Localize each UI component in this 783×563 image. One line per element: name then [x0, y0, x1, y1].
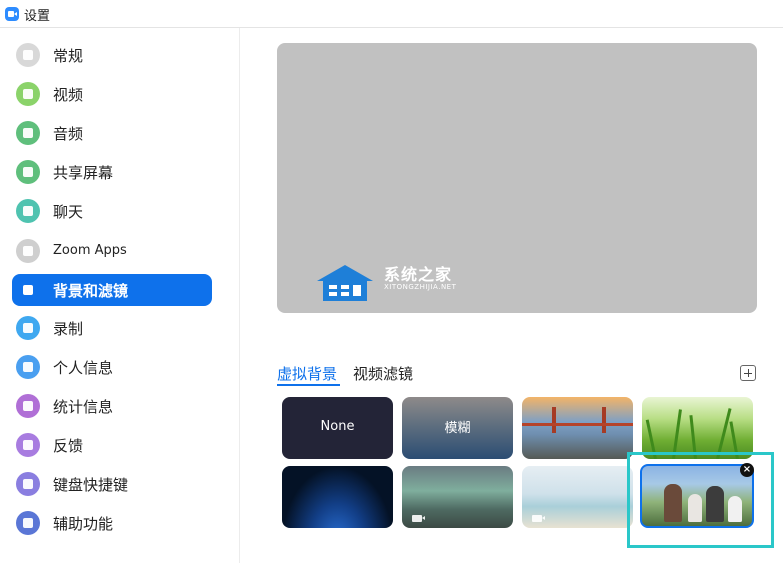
sidebar-item-general[interactable]: 常规 — [12, 39, 212, 71]
feedback-smiley-icon — [16, 433, 40, 457]
sidebar-item-feedback[interactable]: 反馈 — [12, 429, 212, 461]
bridge-tower — [552, 407, 556, 433]
zoom-app-icon — [5, 7, 19, 21]
sidebar-item-accessibility[interactable]: 辅助功能 — [12, 507, 212, 539]
sidebar-item-label: 共享屏幕 — [53, 164, 114, 182]
background-earth-from-space[interactable] — [282, 466, 393, 528]
background-golden-gate-bridge[interactable] — [522, 397, 633, 459]
video-preview: 系统之家 XITONGZHIJIA.NET — [277, 43, 757, 313]
sidebar-item-label: 视频 — [53, 86, 84, 104]
profile-icon — [16, 355, 40, 379]
keyboard-icon — [16, 472, 40, 496]
sidebar-item-label: 辅助功能 — [53, 515, 114, 533]
background-icon — [16, 278, 40, 302]
sidebar-item-label: 统计信息 — [53, 398, 114, 416]
tab-virtual-background[interactable]: 虚拟背景 — [277, 363, 337, 384]
tab-video-filters[interactable]: 视频滤镜 — [353, 363, 413, 384]
statistics-icon — [16, 394, 40, 418]
headphones-icon — [16, 121, 40, 145]
background-blur[interactable]: 模糊 — [402, 397, 513, 459]
gear-icon — [16, 43, 40, 67]
sidebar-item-label: 录制 — [53, 320, 84, 338]
background-aurora[interactable] — [402, 466, 513, 528]
sidebar-item-background-filters[interactable]: 背景和滤镜 — [12, 274, 212, 306]
thumbnail-label: 模糊 — [444, 421, 471, 436]
accessibility-icon — [16, 511, 40, 535]
settings-sidebar: 常规 视频 音频 共享屏幕 聊天 Zoom Apps 背景和滤镜 录制 个人信息… — [0, 28, 240, 563]
zoom-apps-icon — [16, 239, 40, 263]
watermark: 系统之家 XITONGZHIJIA.NET — [315, 261, 495, 307]
background-grass[interactable] — [642, 397, 753, 459]
sidebar-item-audio[interactable]: 音频 — [12, 117, 212, 149]
video-camera-icon — [532, 515, 545, 522]
sidebar-item-keyboard-shortcuts[interactable]: 键盘快捷键 — [12, 468, 212, 500]
sidebar-item-share-screen[interactable]: 共享屏幕 — [12, 156, 212, 188]
sidebar-item-label: 音频 — [53, 125, 84, 143]
background-none[interactable]: None — [282, 397, 393, 459]
sidebar-item-video[interactable]: 视频 — [12, 78, 212, 110]
sidebar-item-label: 聊天 — [53, 203, 84, 221]
video-camera-icon — [412, 515, 425, 522]
sidebar-item-label: 键盘快捷键 — [53, 476, 129, 494]
title-bar: 设置 — [0, 0, 783, 28]
sidebar-item-label: 个人信息 — [53, 359, 114, 377]
sidebar-item-label: 常规 — [53, 47, 84, 65]
sidebar-item-recording[interactable]: 录制 — [12, 312, 212, 344]
add-background-button[interactable] — [740, 365, 756, 381]
sidebar-item-zoom-apps[interactable]: Zoom Apps — [12, 235, 212, 267]
highlight-box — [627, 452, 774, 548]
watermark-title: 系统之家 — [384, 265, 453, 284]
sidebar-item-chat[interactable]: 聊天 — [12, 195, 212, 227]
sidebar-item-label: 背景和滤镜 — [53, 282, 129, 300]
background-beach-palm[interactable] — [522, 466, 633, 528]
house-logo-icon — [317, 265, 373, 301]
video-camera-icon — [16, 82, 40, 106]
chat-bubble-icon — [16, 199, 40, 223]
sidebar-item-statistics[interactable]: 统计信息 — [12, 390, 212, 422]
sidebar-item-label: Zoom Apps — [53, 243, 127, 258]
thumbnail-label: None — [320, 419, 355, 434]
sidebar-item-label: 反馈 — [53, 437, 84, 455]
bridge-tower — [602, 407, 606, 433]
active-tab-indicator — [277, 384, 340, 386]
sidebar-item-profile[interactable]: 个人信息 — [12, 351, 212, 383]
bridge-span — [522, 423, 633, 426]
record-icon — [16, 316, 40, 340]
watermark-subtitle: XITONGZHIJIA.NET — [384, 283, 457, 291]
window-title: 设置 — [24, 9, 51, 24]
share-screen-icon — [16, 160, 40, 184]
